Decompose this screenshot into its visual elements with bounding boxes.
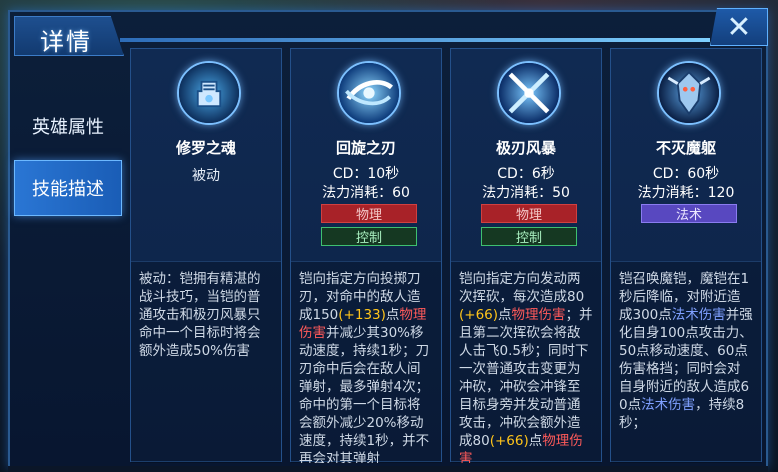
tag-physical: 物理	[321, 204, 417, 223]
skill-cooldown: CD：60秒	[652, 166, 720, 182]
skill-card-3: 不灭魔躯 CD：60秒 法力消耗：120 法术 铠召唤魔铠，魔铠在1秒后降临，对…	[610, 48, 762, 463]
highlight-text: 法术伤害	[641, 397, 696, 413]
sidebar: 英雄属性 技能描述	[14, 98, 122, 222]
highlight-text: (+66)	[459, 307, 499, 323]
skill-card-passive: 修罗之魂 被动 被动：铠拥有精湛的战斗技巧，当铠的普通攻击和极刃风暴只命中一个目…	[130, 48, 282, 463]
skill-cooldown: CD：6秒	[497, 166, 555, 182]
skill-name: 修罗之魂	[175, 139, 236, 157]
skill-description: 被动：铠拥有精湛的战斗技巧，当铠的普通攻击和极刃风暴只命中一个目标时将会额外造成…	[131, 261, 281, 463]
highlight-text: (+66)	[489, 433, 529, 449]
bottom-strip	[8, 466, 768, 472]
close-button[interactable]: ✕	[710, 8, 768, 46]
desc-text: 被动：铠拥有精湛的战斗技巧，当铠的普通攻击和极刃风暴只命中一个目标时将会额外造成…	[139, 271, 261, 359]
skill-mana-cost: 法力消耗：60	[322, 185, 410, 201]
skill-card-header: 修罗之魂 被动	[131, 49, 281, 261]
tab-skill-description[interactable]: 技能描述	[14, 160, 122, 216]
title-divider	[120, 38, 710, 42]
skill-card-1: 回旋之刃 CD：10秒 法力消耗：60 物理 控制 铠向指定方向投掷刀刃，对命中…	[290, 48, 442, 463]
skill-mana-cost: 法力消耗：120	[637, 185, 735, 201]
tag-control: 控制	[321, 227, 417, 246]
skill-card-2: 极刃风暴 CD：6秒 法力消耗：50 物理 控制 铠向指定方向发动两次挥砍，每次…	[450, 48, 602, 463]
page-title: 详情	[40, 28, 92, 56]
skill-cooldown: CD：10秒	[332, 166, 400, 182]
blade-storm-icon	[497, 61, 561, 125]
spinning-blade-icon	[337, 61, 401, 125]
tag-magic: 法术	[641, 204, 737, 223]
tab-label: 技能描述	[32, 179, 104, 200]
highlight-text: 物理伤害	[511, 307, 566, 323]
desc-text: 并减少其30%移动速度，持续1秒；刀刃命中后会在敌人间弹射，最多弹射4次；命中的…	[299, 325, 430, 463]
desc-text: 点	[498, 307, 512, 323]
skill-name: 不灭魔躯	[655, 139, 716, 157]
desc-text: 点	[528, 433, 543, 449]
skill-type: 被动	[192, 168, 220, 184]
desc-text: 点	[385, 307, 400, 323]
skill-description: 铠向指定方向发动两次挥砍，每次造成80(+66)点物理伤害；并且第二次挥砍会将敌…	[451, 261, 601, 463]
tab-label: 英雄属性	[32, 117, 104, 138]
desc-text: 铠向指定方向发动两次挥砍，每次造成80	[459, 271, 585, 305]
skill-cards: 修罗之魂 被动 被动：铠拥有精湛的战斗技巧，当铠的普通攻击和极刃风暴只命中一个目…	[130, 48, 768, 468]
skill-name: 回旋之刃	[335, 139, 396, 157]
skill-name: 极刃风暴	[495, 139, 556, 157]
skill-card-header: 不灭魔躯 CD：60秒 法力消耗：120 法术	[611, 49, 761, 261]
desc-text: ；并且第二次挥砍会将敌人击飞0.5秒；同时下一次普通攻击变更为冲砍，冲砍会冲锋至…	[459, 307, 593, 449]
highlight-text: (+133)	[338, 307, 386, 323]
tag-control: 控制	[481, 227, 577, 246]
armor-demon-icon	[657, 61, 721, 125]
highlight-text: 法术伤害	[671, 307, 726, 323]
tag-physical: 物理	[481, 204, 577, 223]
fist-soul-icon	[177, 61, 241, 125]
skill-description: 铠向指定方向投掷刀刃，对命中的敌人造成150(+133)点物理伤害并减少其30%…	[291, 261, 441, 463]
skill-card-header: 极刃风暴 CD：6秒 法力消耗：50 物理 控制	[451, 49, 601, 261]
skill-mana-cost: 法力消耗：50	[482, 185, 570, 201]
skill-card-header: 回旋之刃 CD：10秒 法力消耗：60 物理 控制	[291, 49, 441, 261]
skill-description: 铠召唤魔铠，魔铠在1秒后降临，对附近造成300点法术伤害并强化自身100点攻击力…	[611, 261, 761, 463]
close-x-icon: ✕	[726, 9, 752, 45]
tab-hero-attributes[interactable]: 英雄属性	[14, 98, 122, 154]
